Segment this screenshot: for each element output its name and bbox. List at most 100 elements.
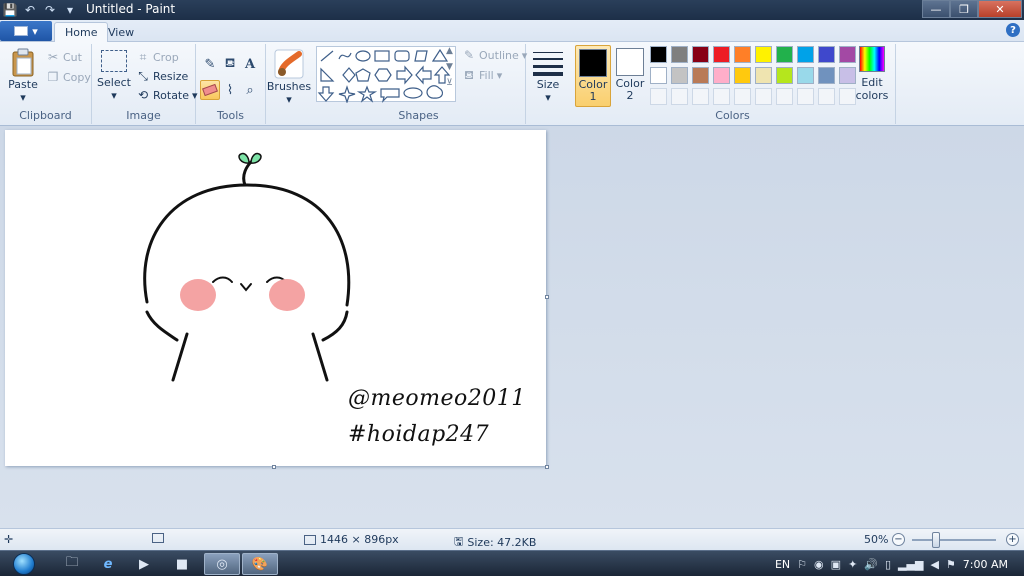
action-center-icon[interactable]: ⚑ xyxy=(946,558,956,571)
magnifier-tool[interactable]: ⌕ xyxy=(240,80,260,100)
right-blush xyxy=(269,279,305,311)
palette-swatch-1-6[interactable] xyxy=(755,46,772,63)
palette-custom-slot-4[interactable] xyxy=(713,88,730,105)
eyedropper-icon: ⌇ xyxy=(226,82,234,98)
battery-icon[interactable]: ▯ xyxy=(885,558,891,571)
palette-swatch-2-2[interactable] xyxy=(671,67,688,84)
fill-bucket-icon: ⛾ xyxy=(224,55,236,71)
paint-menu-button[interactable]: ▾ xyxy=(0,21,52,41)
ribbon: Paste ▾ ✂ Cut ❐ Copy Clipboard Select ▾ … xyxy=(0,42,1024,126)
select-button[interactable]: Select ▾ xyxy=(97,50,131,102)
palette-swatch-2-5[interactable] xyxy=(734,67,751,84)
palette-custom-slot-7[interactable] xyxy=(776,88,793,105)
palette-swatch-2-1[interactable] xyxy=(650,67,667,84)
taskbar-media-player[interactable]: ▶ xyxy=(126,553,162,575)
palette-swatch-2-3[interactable] xyxy=(692,67,709,84)
minimize-button[interactable]: — xyxy=(922,0,950,18)
left-blush xyxy=(180,279,216,311)
palette-swatch-2-9[interactable] xyxy=(818,67,835,84)
palette-swatch-1-8[interactable] xyxy=(797,46,814,63)
ribbon-tabs: ▾ Home View ? xyxy=(0,20,1024,42)
palette-swatch-2-4[interactable] xyxy=(713,67,730,84)
color1-button[interactable]: Color 1 xyxy=(575,45,611,107)
text-tool[interactable]: A xyxy=(240,54,260,74)
palette-custom-slot-8[interactable] xyxy=(797,88,814,105)
resize-button[interactable]: ⤡ Resize xyxy=(136,69,188,83)
selection-icon xyxy=(101,50,127,72)
work-area[interactable]: @meomeo2011 #hoidap247 xyxy=(0,126,1024,528)
image-dimensions-value: 1446 × 896px xyxy=(320,533,399,546)
taskbar-paint[interactable]: 🎨 xyxy=(242,553,278,575)
taskbar-zoom[interactable]: ■ xyxy=(164,553,200,575)
drawing-canvas[interactable]: @meomeo2011 #hoidap247 xyxy=(5,130,546,466)
resize-handle-corner[interactable] xyxy=(545,465,549,469)
taskbar-explorer[interactable]: 🗀 xyxy=(54,553,90,575)
windows-taskbar: 🗀 e ▶ ■ ◎ 🎨 EN ⚐ ◉ ▣ ✦ 🔊 ▯ ▂▄▆ ◀ ⚑ 7:00 … xyxy=(0,550,1024,576)
fill-button[interactable]: ⛾ Fill ▾ xyxy=(462,68,502,82)
size-button[interactable]: Size ▾ xyxy=(530,48,566,104)
edit-colors-button[interactable]: Edit colors xyxy=(854,46,890,102)
taskbar-internet-explorer[interactable]: e xyxy=(90,553,126,575)
palette-swatch-2-8[interactable] xyxy=(797,67,814,84)
palette-custom-slot-9[interactable] xyxy=(818,88,835,105)
network-share-icon[interactable]: ✦ xyxy=(848,558,857,571)
palette-swatch-1-3[interactable] xyxy=(692,46,709,63)
color-picker-tool[interactable]: ⌇ xyxy=(220,80,240,100)
input-method-icon[interactable]: ⚐ xyxy=(797,558,807,571)
color2-button[interactable]: Color 2 xyxy=(612,45,648,107)
volume-muted-icon[interactable]: ◀ xyxy=(930,558,938,571)
copy-button[interactable]: ❐ Copy xyxy=(46,70,91,84)
antivirus-icon[interactable]: ▣ xyxy=(831,558,841,571)
undo-icon[interactable]: ↶ xyxy=(22,2,38,18)
palette-swatch-1-2[interactable] xyxy=(671,46,688,63)
fill-tool[interactable]: ⛾ xyxy=(220,54,240,74)
sprout-right-leaf xyxy=(250,152,262,164)
close-button[interactable]: ✕ xyxy=(978,0,1022,18)
customize-dropdown-icon[interactable]: ▾ xyxy=(62,2,78,18)
crop-button[interactable]: ⌗ Crop xyxy=(136,50,179,64)
palette-swatch-1-4[interactable] xyxy=(713,46,730,63)
zoom-out-button[interactable]: − xyxy=(892,533,905,546)
start-button[interactable] xyxy=(6,551,42,576)
signal-icon[interactable]: ▂▄▆ xyxy=(898,558,923,571)
palette-swatch-1-7[interactable] xyxy=(776,46,793,63)
tray-app-icon[interactable]: ◉ xyxy=(814,558,824,571)
maximize-button[interactable]: ❐ xyxy=(950,0,978,18)
palette-custom-slot-1[interactable] xyxy=(650,88,667,105)
palette-swatch-1-9[interactable] xyxy=(818,46,835,63)
internet-explorer-icon: e xyxy=(103,556,113,572)
zoom-slider-thumb[interactable] xyxy=(932,532,940,548)
help-icon[interactable]: ? xyxy=(1006,23,1020,37)
taskbar-app[interactable]: ◎ xyxy=(204,553,240,575)
outline-button[interactable]: ✎ Outline ▾ xyxy=(462,48,527,62)
rotate-button[interactable]: ⟲ Rotate ▾ xyxy=(136,88,198,102)
paste-button[interactable]: Paste ▾ xyxy=(6,48,40,104)
zoom-slider-track[interactable] xyxy=(912,539,996,541)
pencil-tool[interactable]: ✎ xyxy=(200,54,220,74)
selection-size xyxy=(152,533,164,543)
eraser-tool[interactable] xyxy=(200,80,220,100)
resize-handle-right[interactable] xyxy=(545,295,549,299)
redo-icon[interactable]: ↷ xyxy=(42,2,58,18)
tab-view[interactable]: View xyxy=(98,22,144,42)
brushes-button[interactable]: Brushes ▾ xyxy=(267,48,311,106)
zoom-in-button[interactable]: + xyxy=(1006,533,1019,546)
palette-custom-slot-2[interactable] xyxy=(671,88,688,105)
palette-custom-slot-6[interactable] xyxy=(755,88,772,105)
palette-swatch-2-7[interactable] xyxy=(776,67,793,84)
clock-time[interactable]: 7:00 AM xyxy=(963,558,1008,571)
cut-button[interactable]: ✂ Cut xyxy=(46,50,82,64)
palette-custom-slot-3[interactable] xyxy=(692,88,709,105)
language-indicator[interactable]: EN xyxy=(775,558,790,571)
save-icon[interactable]: 💾 xyxy=(2,2,18,18)
palette-swatch-2-6[interactable] xyxy=(755,67,772,84)
palette-custom-slot-5[interactable] xyxy=(734,88,751,105)
palette-swatch-1-1[interactable] xyxy=(650,46,667,63)
chevron-down-icon: ▾ xyxy=(111,89,117,102)
shapes-scroll[interactable]: ▲ ▼ ⊻ xyxy=(446,46,453,88)
resize-handle-bottom[interactable] xyxy=(272,465,276,469)
shapes-gallery[interactable] xyxy=(316,46,456,104)
speaker-icon[interactable]: 🔊 xyxy=(864,558,878,571)
image-dimensions: 1446 × 896px xyxy=(304,533,399,546)
palette-swatch-1-5[interactable] xyxy=(734,46,751,63)
